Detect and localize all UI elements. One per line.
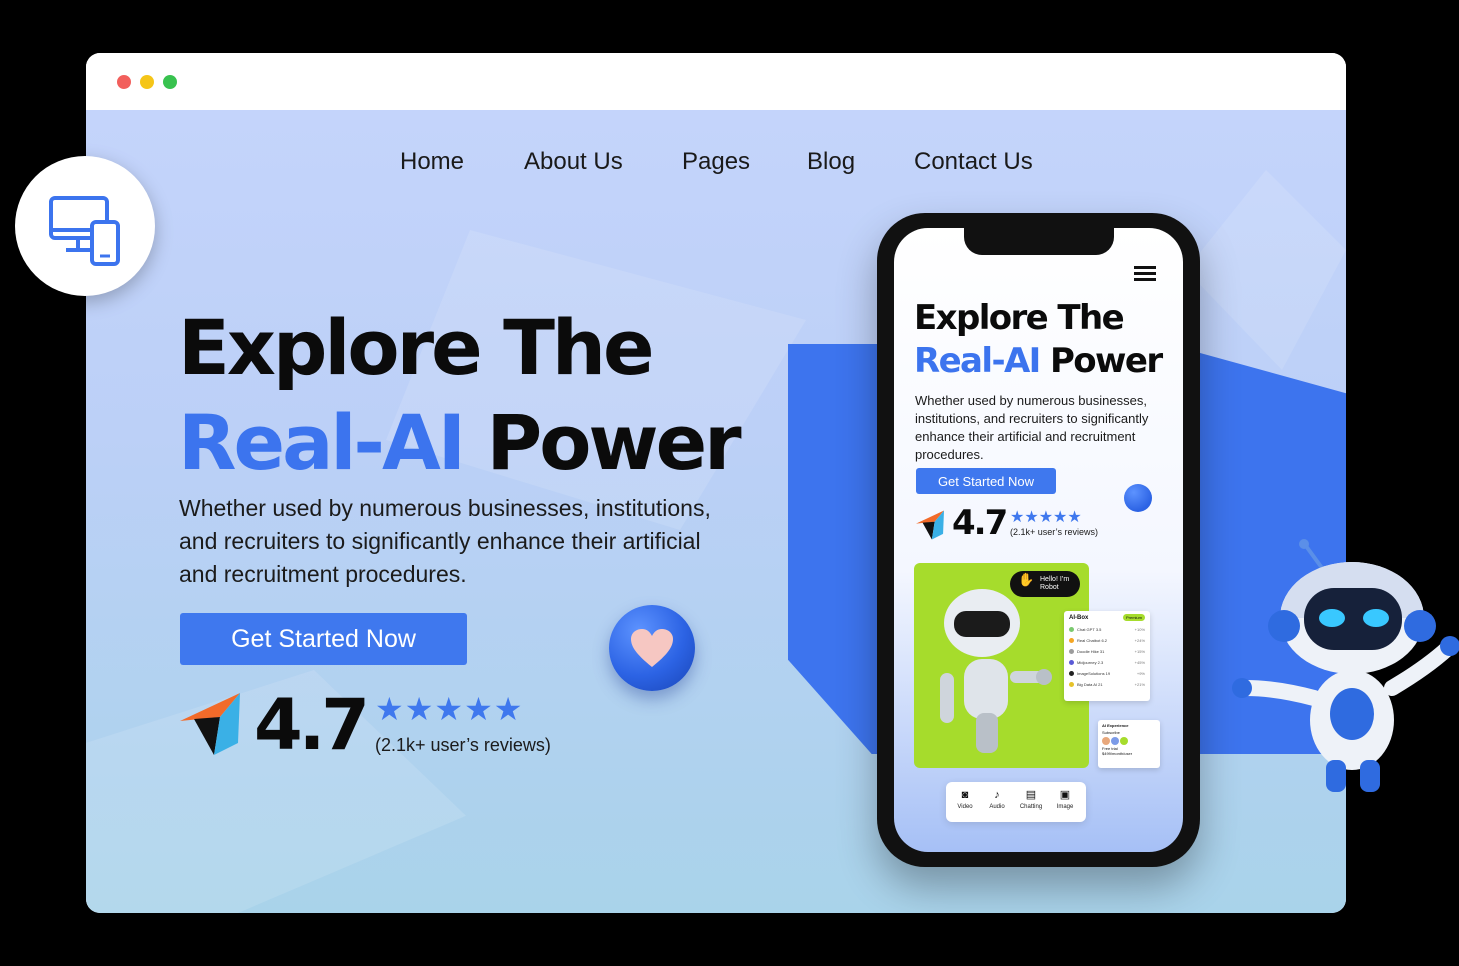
ai-box-row: Chat GPT 3.5 +10%	[1069, 624, 1145, 635]
media-audio-button[interactable]: ♪ Audio	[982, 789, 1012, 810]
mobile-title-rest: Power	[1049, 341, 1163, 381]
ai-experience-item: $499/month/user	[1102, 751, 1133, 756]
media-chatting-button[interactable]: ▤ Chatting	[1016, 789, 1046, 810]
main-nav: Home About Us Pages Blog Contact Us	[86, 148, 1346, 176]
phone-mockup: Explore The Real-AI Power Whether used b…	[877, 213, 1200, 867]
mobile-brand-logo-icon	[916, 510, 944, 540]
ai-box-row: Real Chatbot 6.2 +24%	[1069, 635, 1145, 646]
mobile-title-line1: Explore The	[914, 298, 1125, 338]
mobile-review-count: (2.1k+ user’s reviews)	[1010, 527, 1098, 537]
minimize-window-dot[interactable]	[140, 75, 154, 89]
hero-title-line2: Real-AI Power	[178, 405, 742, 481]
hero-title-rest: Power	[486, 398, 742, 487]
browser-window: Home About Us Pages Blog Contact Us Expl…	[86, 53, 1346, 913]
nav-contact-us[interactable]: Contact Us	[914, 148, 1033, 176]
ai-box-panel: AI-Box Premium Chat GPT 3.5 +10% Real Cha…	[1064, 611, 1150, 701]
avatar	[1102, 737, 1110, 745]
ai-experience-item: Subscribe	[1102, 730, 1120, 735]
ai-experience-title: AI Experience	[1102, 723, 1129, 728]
review-count: (2.1k+ user’s reviews)	[375, 735, 551, 755]
maximize-window-dot[interactable]	[163, 75, 177, 89]
robot-speech-bubble: ✋ Hello! I’m Robot	[1010, 571, 1080, 597]
mobile-title-accent: Real-AI	[914, 341, 1041, 381]
mobile-description: Whether used by numerous businesses, ins…	[915, 393, 1149, 462]
nav-about-us[interactable]: About Us	[524, 148, 623, 176]
avatar	[1120, 737, 1128, 745]
hero-title-line1: Explore The	[178, 303, 655, 392]
heart-bubble-icon	[609, 605, 695, 691]
brand-logo-icon	[180, 693, 240, 755]
background-facet	[1186, 170, 1346, 370]
media-image-button[interactable]: ▣ Image	[1050, 789, 1080, 810]
mobile-title-line2: Real-AI Power	[914, 341, 1163, 381]
chat-icon: ▤	[1025, 789, 1037, 801]
audio-icon: ♪	[994, 789, 1000, 801]
rating-value: 4.7	[254, 684, 370, 766]
close-window-dot[interactable]	[117, 75, 131, 89]
media-video-button[interactable]: ◙ Video	[950, 789, 980, 810]
nav-blog[interactable]: Blog	[807, 148, 855, 176]
robot-card: ✋ Hello! I’m Robot	[914, 563, 1089, 768]
mobile-rating-stars-icon: ★★★★★	[1010, 509, 1082, 526]
media-toolbar: ◙ Video ♪ Audio ▤ Chatting ▣ Image	[946, 782, 1086, 822]
phone-screen: Explore The Real-AI Power Whether used b…	[894, 228, 1183, 852]
image-icon: ▣	[1059, 789, 1071, 801]
ai-experience-panel: AI Experience Subscribe Free trial $499/…	[1098, 720, 1160, 768]
mobile-get-started-button[interactable]: Get Started Now	[916, 468, 1056, 494]
nav-pages[interactable]: Pages	[682, 148, 750, 176]
nav-home[interactable]: Home	[400, 148, 464, 176]
waving-hand-icon: ✋	[1018, 572, 1035, 587]
mobile-heart-icon	[1124, 484, 1152, 512]
mobile-rating-value: 4.7	[952, 503, 1008, 543]
phone-notch	[964, 228, 1114, 255]
get-started-button[interactable]: Get Started Now	[180, 613, 467, 665]
ai-box-row: Doodle Hike 31 +15%	[1069, 646, 1145, 657]
ai-box-row: Midjourney 2.3 +45%	[1069, 657, 1145, 668]
hero-description: Whether used by numerous businesses, ins…	[179, 495, 711, 587]
desktop-mobile-icon	[49, 196, 120, 266]
rating-stars-icon: ★★★★★	[375, 691, 524, 727]
page-viewport: Home About Us Pages Blog Contact Us Expl…	[86, 110, 1346, 913]
ai-box-pill: Premium	[1122, 614, 1145, 621]
ai-box-row: Big Data AI 21 +21%	[1069, 679, 1145, 690]
hero-title-accent: Real-AI	[178, 398, 466, 487]
browser-titlebar	[86, 53, 1346, 110]
ai-box-list: Chat GPT 3.5 +10% Real Chatbot 6.2 +24% Do…	[1069, 624, 1145, 690]
responsive-device-badge	[15, 156, 155, 296]
robot-mascot-icon	[1232, 539, 1459, 792]
hamburger-menu-icon[interactable]	[1134, 266, 1156, 284]
avatar-group	[1102, 737, 1156, 746]
video-icon: ◙	[961, 789, 969, 801]
avatar	[1111, 737, 1119, 745]
ai-box-row: ImageSolutions 19 +9%	[1069, 668, 1145, 679]
